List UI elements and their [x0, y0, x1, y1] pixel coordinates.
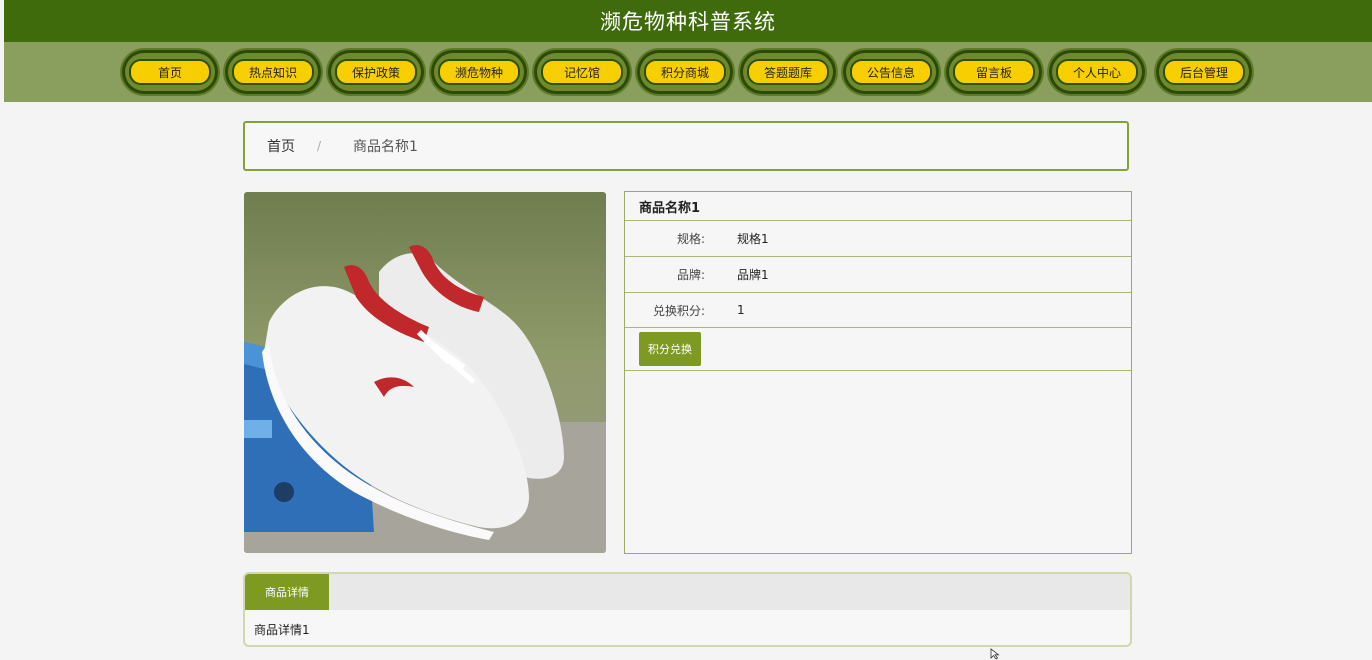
- nav-protection-policy[interactable]: 保护政策: [328, 50, 424, 94]
- product-name: 商品名称1: [625, 192, 1131, 221]
- mouse-cursor-icon: [990, 648, 1000, 660]
- breadcrumb: 首页 / 商品名称1: [243, 121, 1129, 171]
- nav-points-mall-label: 积分商城: [644, 59, 726, 85]
- points-label: 兑换积分:: [652, 303, 705, 318]
- nav-home[interactable]: 首页: [122, 50, 218, 94]
- product-info-panel: 商品名称1 规格: 规格1 品牌: 品牌1 兑换积分: 1 积分兑换: [624, 191, 1132, 554]
- top-header: 濒危物种科普系统: [4, 0, 1372, 42]
- nav-message-board-label: 留言板: [953, 59, 1035, 85]
- points-value: 1: [737, 303, 745, 317]
- nav-admin[interactable]: 后台管理: [1156, 50, 1252, 94]
- nav-endangered-species-label: 濒危物种: [438, 59, 520, 85]
- spec-row: 规格: 规格1: [625, 221, 1131, 257]
- nav-quiz-bank-label: 答题题库: [747, 59, 829, 85]
- details-content: 商品详情1: [254, 623, 310, 637]
- nav-personal-center[interactable]: 个人中心: [1049, 50, 1145, 94]
- main-nav: 首页 热点知识 保护政策 濒危物种 记忆馆 积分商城 答题题库 公告信息 留言板…: [4, 42, 1372, 102]
- nav-hot-knowledge[interactable]: 热点知识: [225, 50, 321, 94]
- spec-label: 规格:: [676, 232, 705, 246]
- product-details-panel: 商品详情 商品详情1: [243, 572, 1132, 647]
- nav-message-board[interactable]: 留言板: [946, 50, 1042, 94]
- nav-announcements-label: 公告信息: [850, 59, 932, 85]
- nav-hot-knowledge-label: 热点知识: [232, 59, 314, 85]
- nav-admin-label: 后台管理: [1163, 59, 1245, 85]
- nav-announcements[interactable]: 公告信息: [843, 50, 939, 94]
- sneaker-photo: [244, 192, 606, 553]
- nav-quiz-bank[interactable]: 答题题库: [740, 50, 836, 94]
- redeem-points-button[interactable]: 积分兑换: [639, 332, 701, 366]
- product-image: [244, 192, 606, 553]
- details-tab-bar: 商品详情: [245, 574, 1130, 610]
- action-row: 积分兑换: [625, 328, 1131, 371]
- nav-personal-center-label: 个人中心: [1056, 59, 1138, 85]
- points-row: 兑换积分: 1: [625, 293, 1131, 328]
- brand-value: 品牌1: [737, 268, 769, 282]
- breadcrumb-home-link[interactable]: 首页: [267, 136, 295, 156]
- spec-value: 规格1: [737, 232, 769, 246]
- nav-protection-policy-label: 保护政策: [335, 59, 417, 85]
- breadcrumb-separator: /: [317, 139, 322, 153]
- nav-memorial-label: 记忆馆: [541, 59, 623, 85]
- site-title: 濒危物种科普系统: [600, 10, 776, 34]
- tab-product-details[interactable]: 商品详情: [245, 574, 329, 610]
- nav-home-label: 首页: [129, 59, 211, 85]
- breadcrumb-current: 商品名称1: [353, 139, 418, 155]
- nav-points-mall[interactable]: 积分商城: [637, 50, 733, 94]
- brand-label: 品牌:: [676, 268, 705, 282]
- brand-row: 品牌: 品牌1: [625, 257, 1131, 293]
- nav-endangered-species[interactable]: 濒危物种: [431, 50, 527, 94]
- nav-memorial[interactable]: 记忆馆: [534, 50, 630, 94]
